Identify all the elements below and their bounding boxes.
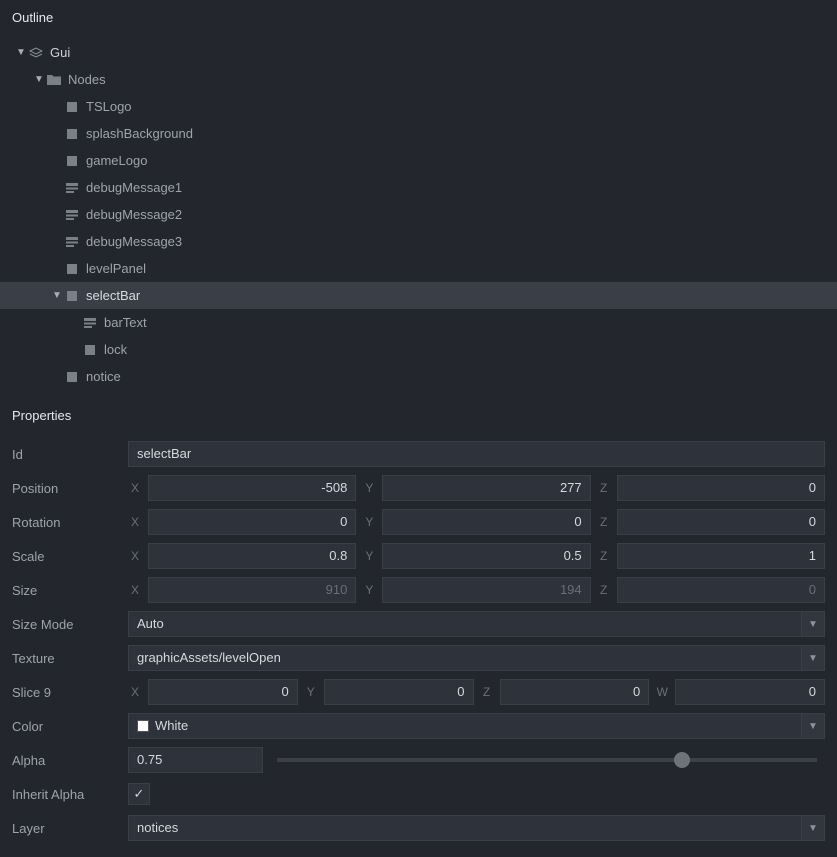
slice9-w-field[interactable]: 0 [675, 679, 825, 705]
alpha-field[interactable]: 0.75 [128, 747, 263, 773]
box-icon [64, 126, 80, 142]
slice9-z-field[interactable]: 0 [500, 679, 650, 705]
outline-tree: ▼Gui▼Nodes▼TSLogo▼splashBackground▼gameL… [0, 39, 837, 398]
tree-item-gamelogo[interactable]: ▼gameLogo [0, 147, 837, 174]
label-texture: Texture [12, 651, 122, 666]
tree-item-notice[interactable]: ▼notice [0, 363, 837, 390]
text-icon [64, 180, 80, 196]
size-x-field[interactable]: 910 [148, 577, 356, 603]
tree-item-label: gameLogo [86, 153, 147, 168]
alpha-slider[interactable] [277, 758, 817, 762]
sizemode-select[interactable]: Auto ▼ [128, 611, 825, 637]
slice9-x-field[interactable]: 0 [148, 679, 298, 705]
label-slice9: Slice 9 [12, 685, 122, 700]
axis-x: X [128, 481, 142, 495]
id-field[interactable]: selectBar [128, 441, 825, 467]
tree-item-label: debugMessage2 [86, 207, 182, 222]
size-z-field[interactable]: 0 [617, 577, 825, 603]
tree-item-label: debugMessage3 [86, 234, 182, 249]
box-icon [64, 288, 80, 304]
tree-item-tslogo[interactable]: ▼TSLogo [0, 93, 837, 120]
label-inheritalpha: Inherit Alpha [12, 787, 122, 802]
slice9-y-field[interactable]: 0 [324, 679, 474, 705]
tree-item-levelpanel[interactable]: ▼levelPanel [0, 255, 837, 282]
label-rotation: Rotation [12, 515, 122, 530]
tree-item-label: Gui [50, 45, 70, 60]
rotation-x-field[interactable]: 0 [148, 509, 356, 535]
label-layer: Layer [12, 821, 122, 836]
inherit-alpha-checkbox[interactable]: ✓ [128, 783, 150, 805]
tree-item-label: TSLogo [86, 99, 132, 114]
label-sizemode: Size Mode [12, 617, 122, 632]
chevron-down-icon: ▼ [801, 611, 825, 637]
tree-item-debugmessage1[interactable]: ▼debugMessage1 [0, 174, 837, 201]
label-alpha: Alpha [12, 753, 122, 768]
properties-title: Properties [12, 398, 825, 437]
tree-item-gui[interactable]: ▼ Gui [0, 39, 837, 66]
tree-item-label: levelPanel [86, 261, 146, 276]
position-z-field[interactable]: 0 [617, 475, 825, 501]
tree-item-label: lock [104, 342, 127, 357]
tree-item-debugmessage3[interactable]: ▼debugMessage3 [0, 228, 837, 255]
tree-item-splashbackground[interactable]: ▼splashBackground [0, 120, 837, 147]
text-icon [64, 234, 80, 250]
expand-arrow-icon[interactable]: ▼ [50, 290, 64, 301]
tree-item-selectbar[interactable]: ▼ selectBar [0, 282, 837, 309]
position-x-field[interactable]: -508 [148, 475, 356, 501]
tree-item-bartext[interactable]: ▼barText [0, 309, 837, 336]
text-icon [82, 315, 98, 331]
label-id: Id [12, 447, 122, 462]
label-size: Size [12, 583, 122, 598]
expand-arrow-icon[interactable]: ▼ [14, 47, 28, 58]
chevron-down-icon: ▼ [801, 815, 825, 841]
size-y-field[interactable]: 194 [382, 577, 590, 603]
text-icon [64, 207, 80, 223]
rotation-z-field[interactable]: 0 [617, 509, 825, 535]
position-y-field[interactable]: 277 [382, 475, 590, 501]
tree-item-nodes[interactable]: ▼ Nodes [0, 66, 837, 93]
box-icon [64, 261, 80, 277]
outline-panel: Outline ▼Gui▼Nodes▼TSLogo▼splashBackgrou… [0, 0, 837, 398]
chevron-down-icon: ▼ [801, 713, 825, 739]
label-position: Position [12, 481, 122, 496]
axis-z: Z [597, 481, 611, 495]
box-icon [82, 342, 98, 358]
outline-title: Outline [0, 0, 837, 39]
box-icon [64, 99, 80, 115]
box-icon [64, 153, 80, 169]
expand-arrow-icon[interactable]: ▼ [32, 74, 46, 85]
tree-item-lock[interactable]: ▼lock [0, 336, 837, 363]
scale-x-field[interactable]: 0.8 [148, 543, 356, 569]
color-select[interactable]: White ▼ [128, 713, 825, 739]
tree-item-label: selectBar [86, 288, 140, 303]
tree-item-label: notice [86, 369, 121, 384]
chevron-down-icon: ▼ [801, 645, 825, 671]
axis-w: W [655, 685, 669, 699]
rotation-y-field[interactable]: 0 [382, 509, 590, 535]
tree-item-debugmessage2[interactable]: ▼debugMessage2 [0, 201, 837, 228]
scale-z-field[interactable]: 1 [617, 543, 825, 569]
tree-item-label: debugMessage1 [86, 180, 182, 195]
box-icon [64, 369, 80, 385]
tree-item-label: splashBackground [86, 126, 193, 141]
gui-icon [28, 45, 44, 61]
axis-y: Y [362, 481, 376, 495]
label-color: Color [12, 719, 122, 734]
properties-panel: Properties Id selectBar Position X -508 … [0, 398, 837, 857]
label-scale: Scale [12, 549, 122, 564]
color-swatch-icon [137, 720, 149, 732]
folder-icon [46, 72, 62, 88]
texture-select[interactable]: graphicAssets/levelOpen ▼ [128, 645, 825, 671]
tree-item-label: barText [104, 315, 147, 330]
layer-select[interactable]: notices ▼ [128, 815, 825, 841]
slider-thumb-icon[interactable] [674, 752, 690, 768]
scale-y-field[interactable]: 0.5 [382, 543, 590, 569]
tree-item-label: Nodes [68, 72, 106, 87]
